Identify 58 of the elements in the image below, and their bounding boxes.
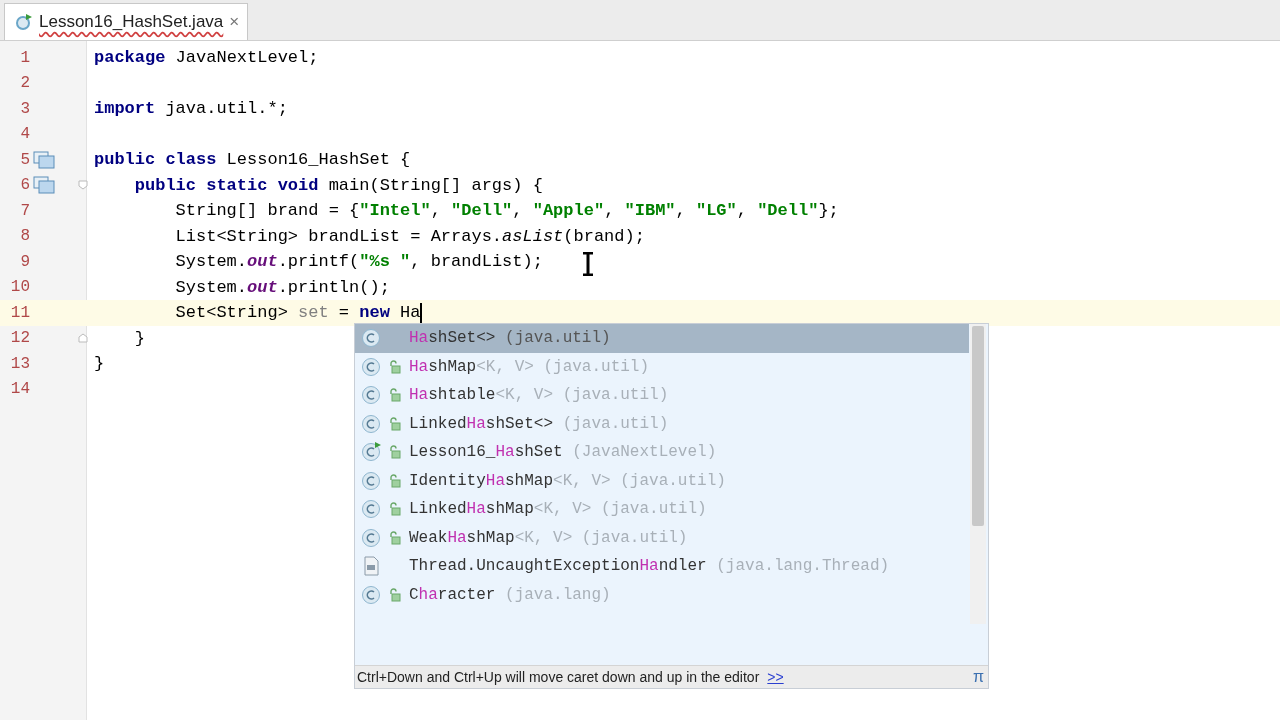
- code-line: }: [133, 328, 145, 348]
- code-line: import java.util.*;: [94, 99, 288, 119]
- text-cursor-icon: [582, 252, 594, 276]
- line-number: 5: [19, 150, 30, 169]
- completion-item[interactable]: HashSet<> (java.util): [355, 324, 969, 353]
- line-number: 13: [9, 354, 30, 373]
- class-icon: [361, 499, 381, 520]
- code-line: System.out.println();: [174, 277, 390, 297]
- completion-item[interactable]: Character (java.lang): [355, 580, 969, 609]
- code-line: System.out.printf("%s ", brandList);: [174, 252, 543, 272]
- fold-marker-icon[interactable]: [78, 180, 88, 191]
- line-number: 8: [19, 227, 30, 246]
- code-line: String[] brand = {"Intel", "Dell", "Apple", "IBM", "LG", "Dell"};: [174, 201, 839, 221]
- fold-marker-icon[interactable]: [78, 333, 88, 344]
- editor-tab[interactable]: Lesson16_HashSet.java ×: [4, 3, 249, 40]
- line-number: 11: [9, 303, 30, 322]
- code-line: package JavaNextLevel;: [94, 48, 319, 68]
- completion-item[interactable]: Lesson16_HashSet (JavaNextLevel): [355, 438, 969, 467]
- code-line: List<String> brandList = Arrays.asList(brand);: [174, 226, 645, 246]
- completion-item[interactable]: IdentityHashMap<K, V> (java.util): [355, 466, 969, 495]
- hint-text: Ctrl+Down and Ctrl+Up will move caret down and up in the editor: [357, 669, 760, 685]
- line-number: 7: [19, 201, 30, 220]
- completion-item[interactable]: LinkedHashSet<> (java.util): [355, 409, 969, 438]
- class-icon: [361, 385, 381, 406]
- class-file-icon: [15, 13, 33, 31]
- line-number: 9: [19, 252, 30, 271]
- completion-item[interactable]: HashMap<K, V> (java.util): [355, 352, 969, 381]
- file-icon: [361, 556, 381, 577]
- line-number: 14: [9, 380, 30, 399]
- completion-item[interactable]: WeakHashMap<K, V> (java.util): [355, 523, 969, 552]
- code-line: public class Lesson16_HashSet {: [94, 150, 411, 170]
- line-number: 1: [19, 48, 30, 67]
- method-marker-icon[interactable]: [33, 176, 55, 195]
- completion-item[interactable]: Thread.UncaughtExceptionHandler (java.lang.Thread): [355, 552, 969, 581]
- close-icon[interactable]: ×: [229, 12, 240, 32]
- code-line: Set<String> set = new Ha: [174, 303, 421, 323]
- class-icon: [361, 527, 381, 548]
- line-number: 6: [19, 176, 30, 195]
- scrollbar-thumb[interactable]: [972, 326, 984, 526]
- class-icon: [361, 356, 381, 377]
- tab-title: Lesson16_HashSet.java: [39, 12, 224, 32]
- completion-item[interactable]: Hashtable<K, V> (java.util): [355, 381, 969, 410]
- class-icon: [361, 413, 381, 434]
- pi-button[interactable]: π: [972, 668, 984, 686]
- code-line: public static void main(String[] args) {: [133, 175, 543, 195]
- line-number: 4: [19, 125, 30, 144]
- class-icon: [361, 328, 381, 349]
- runnable-class-icon: [361, 442, 381, 463]
- class-icon: [361, 470, 381, 491]
- code-line: }: [94, 354, 105, 374]
- line-number: 2: [19, 74, 30, 93]
- class-icon: [361, 584, 381, 605]
- line-number: 12: [9, 329, 30, 348]
- line-number: 3: [19, 99, 30, 118]
- completion-item[interactable]: LinkedHashMap<K, V> (java.util): [355, 495, 969, 524]
- hint-link[interactable]: >>: [767, 669, 784, 685]
- method-marker-icon[interactable]: [33, 150, 55, 169]
- line-number: 10: [9, 278, 30, 297]
